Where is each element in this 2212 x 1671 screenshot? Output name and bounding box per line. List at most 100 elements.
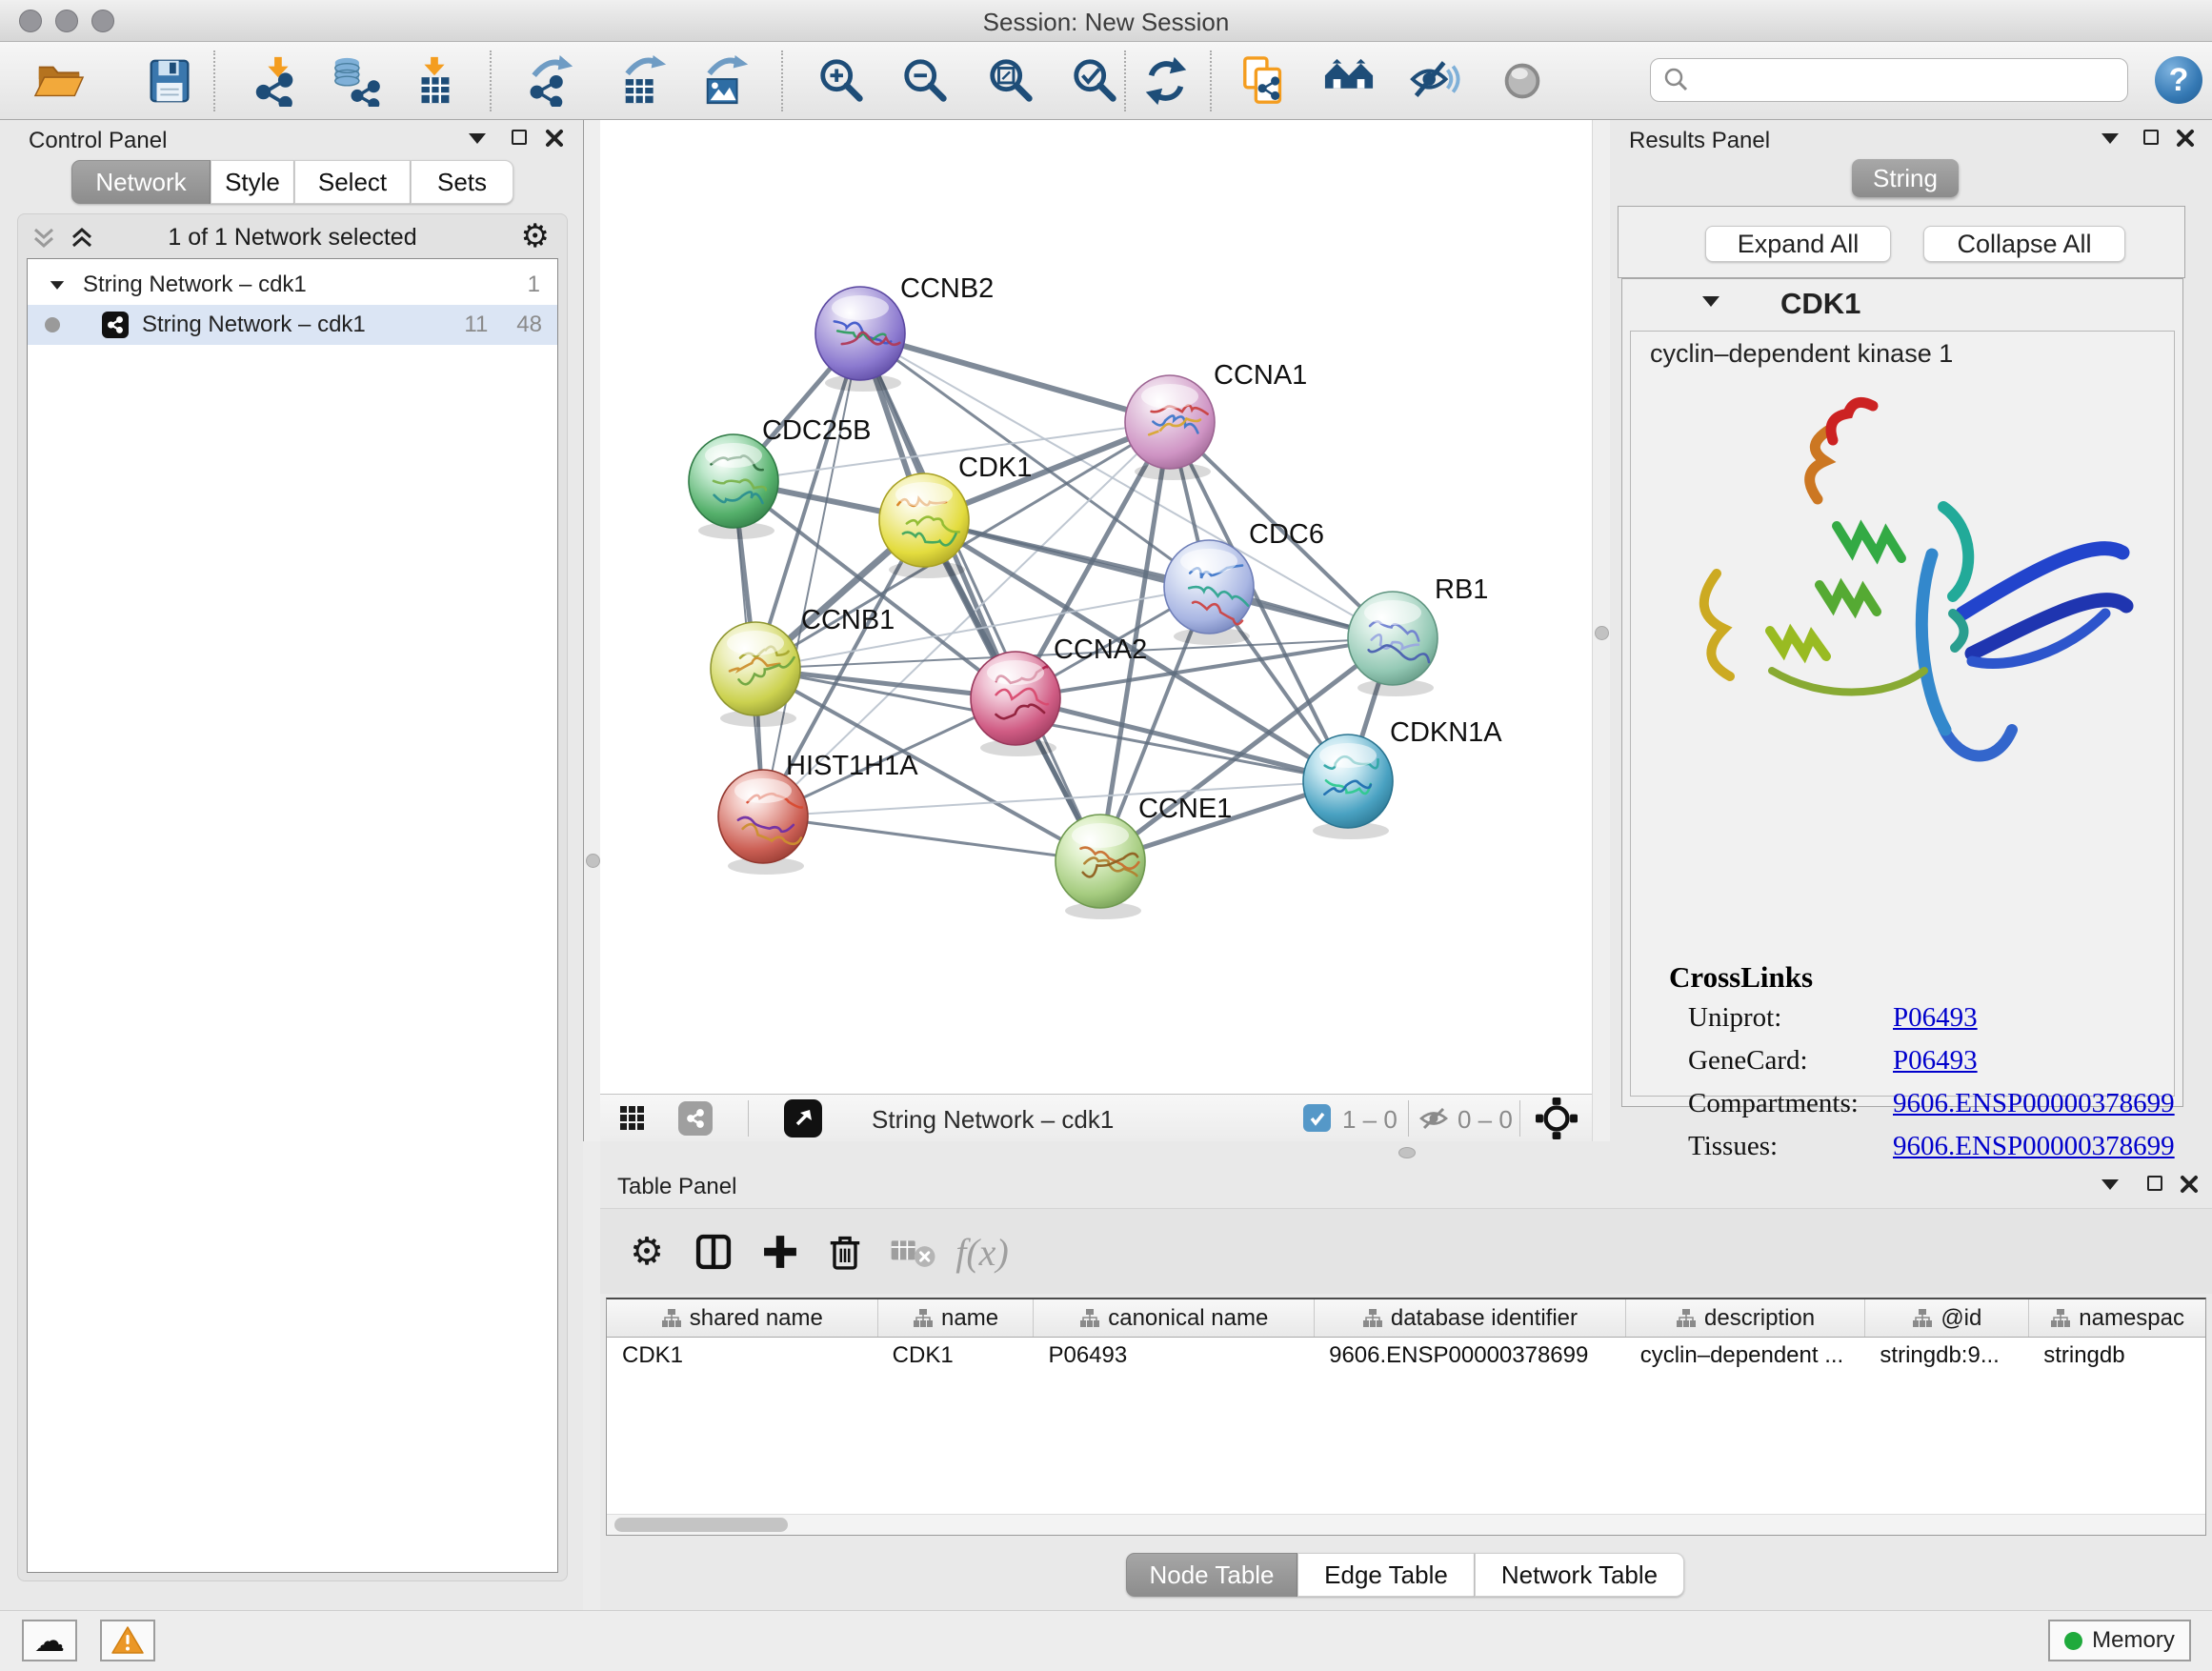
toolbar-separator [1210, 50, 1212, 111]
panel-float-icon[interactable] [512, 130, 527, 145]
fit-content-icon[interactable] [985, 54, 1038, 108]
panel-menu-icon[interactable] [2101, 133, 2119, 144]
create-column-icon[interactable] [756, 1228, 804, 1276]
refresh-icon[interactable] [1139, 54, 1193, 108]
column-header[interactable]: @id [1864, 1299, 2028, 1337]
crosslink-tissues-link[interactable]: 9606.ENSP00000378699 [1893, 1131, 2175, 1162]
crosslink-compartments-link[interactable]: 9606.ENSP00000378699 [1893, 1088, 2175, 1119]
splitter-handle[interactable] [1595, 626, 1609, 640]
grid-mode-icon[interactable] [619, 1105, 646, 1137]
open-session-icon[interactable] [32, 54, 86, 108]
network-edge[interactable] [860, 333, 1100, 861]
network-edge[interactable] [763, 333, 860, 816]
panel-close-icon[interactable] [2176, 129, 2195, 148]
right-splitter[interactable] [1592, 120, 1610, 1141]
expand-all-button[interactable]: Expand All [1705, 226, 1891, 262]
panel-close-icon[interactable] [2180, 1175, 2199, 1194]
panel-menu-icon[interactable] [2101, 1179, 2119, 1190]
column-header[interactable]: name [877, 1299, 1034, 1337]
network-node-cdc25b[interactable]: CDC25B [689, 415, 871, 539]
import-network-database-icon[interactable] [330, 54, 383, 108]
zoom-in-icon[interactable] [815, 54, 869, 108]
network-options-gear-icon[interactable]: ⚙ [521, 220, 550, 252]
open-in-window-icon[interactable] [784, 1099, 822, 1137]
import-network-file-icon[interactable] [250, 54, 303, 108]
network-graph[interactable]: CCNB2CCNA1CDC25BCDK1CDC6RB1CCNB1CCNA2CDK… [600, 120, 1592, 1094]
crosslink-uniprot-link[interactable]: P06493 [1893, 1002, 1978, 1034]
tab-select[interactable]: Select [294, 160, 411, 204]
network-node-cdkn1a[interactable]: CDKN1A [1303, 717, 1502, 839]
crosslink-genecard-link[interactable]: P06493 [1893, 1045, 1978, 1077]
tab-network[interactable]: Network [71, 160, 211, 204]
string-view-icon[interactable] [678, 1101, 713, 1136]
table-options-gear-icon[interactable]: ⚙ [623, 1228, 671, 1276]
network-node-ccnb2[interactable]: CCNB2 [815, 273, 994, 392]
export-network-icon[interactable] [524, 54, 577, 108]
column-header[interactable]: description [1625, 1299, 1865, 1337]
panel-float-icon[interactable] [2147, 1176, 2162, 1191]
zoom-selected-icon[interactable] [1069, 54, 1122, 108]
section-collapse-icon[interactable] [1702, 296, 1719, 307]
network-node-ccna1[interactable]: CCNA1 [1125, 360, 1307, 480]
tab-network-table[interactable]: Network Table [1475, 1553, 1684, 1597]
network-node-ccne1[interactable]: CCNE1 [1056, 794, 1232, 919]
network-row-selected[interactable]: String Network – cdk1 11 48 [28, 305, 557, 345]
network-canvas[interactable]: CCNB2CCNA1CDC25BCDK1CDC6RB1CCNB1CCNA2CDK… [600, 120, 1592, 1094]
graphics-details-icon[interactable] [1496, 54, 1549, 108]
table-horizontal-scrollbar[interactable] [607, 1514, 2205, 1535]
cell-description[interactable]: cyclin–dependent ... [1625, 1338, 1865, 1374]
scrollbar-thumb[interactable] [614, 1518, 788, 1532]
toolbar-separator [490, 50, 492, 111]
panel-menu-icon[interactable] [469, 133, 486, 144]
cell-namespace[interactable]: stringdb [2028, 1338, 2205, 1374]
collapse-all-button[interactable]: Collapse All [1923, 226, 2125, 262]
first-neighbors-icon[interactable] [1238, 54, 1292, 108]
hide-selected-icon[interactable] [1408, 54, 1461, 108]
help-icon[interactable]: ? [2155, 56, 2202, 104]
left-splitter[interactable] [583, 120, 600, 1141]
cell-shared-name[interactable]: CDK1 [607, 1338, 877, 1374]
memory-button[interactable]: Memory [2048, 1620, 2191, 1661]
tab-edge-table[interactable]: Edge Table [1297, 1553, 1475, 1597]
table-tabs: Node Table Edge Table Network Table [1126, 1553, 1684, 1597]
tab-string[interactable]: String [1852, 159, 1959, 197]
panel-close-icon[interactable] [545, 129, 564, 148]
show-columns-icon[interactable] [690, 1228, 737, 1276]
splitter-handle[interactable] [1398, 1147, 1416, 1158]
search-input[interactable] [1699, 61, 2127, 99]
network-node-rb1[interactable]: RB1 [1348, 574, 1488, 696]
save-session-icon[interactable] [143, 54, 196, 108]
import-table-icon[interactable] [408, 54, 461, 108]
network-edge[interactable] [763, 816, 1100, 861]
network-collection-row[interactable]: String Network – cdk1 1 [28, 265, 557, 305]
cell-canonical-name[interactable]: P06493 [1033, 1338, 1314, 1374]
column-header[interactable]: database identifier [1314, 1299, 1625, 1337]
fit-selected-icon[interactable] [1536, 1097, 1578, 1139]
tab-style[interactable]: Style [211, 160, 294, 204]
network-node-cdc6[interactable]: CDC6 [1164, 519, 1324, 645]
warnings-button[interactable] [100, 1620, 155, 1661]
hidden-eye-icon[interactable] [1419, 1106, 1448, 1131]
collection-expand-icon[interactable] [50, 281, 64, 290]
tab-node-table[interactable]: Node Table [1126, 1553, 1297, 1597]
table-row[interactable]: CDK1 CDK1 P06493 9606.ENSP00000378699 cy… [607, 1338, 2205, 1374]
panel-float-icon[interactable] [2143, 130, 2159, 145]
export-image-icon[interactable] [699, 54, 753, 108]
zoom-out-icon[interactable] [899, 54, 953, 108]
delete-column-icon[interactable] [821, 1228, 869, 1276]
tab-sets[interactable]: Sets [411, 160, 513, 204]
splitter-handle[interactable] [586, 854, 600, 868]
column-header[interactable]: canonical name [1033, 1299, 1314, 1337]
cell-database-identifier[interactable]: 9606.ENSP00000378699 [1314, 1338, 1625, 1374]
selected-checkbox-icon[interactable] [1303, 1104, 1331, 1132]
cloud-button[interactable]: ☁ [22, 1620, 77, 1661]
cell-id[interactable]: stringdb:9... [1864, 1338, 2028, 1374]
cell-name[interactable]: CDK1 [877, 1338, 1034, 1374]
hierarchy-icon [1362, 1308, 1383, 1329]
column-header[interactable]: namespac [2028, 1299, 2205, 1337]
network-edge[interactable] [860, 333, 1170, 422]
node-label: CCNB2 [900, 273, 994, 304]
home-icon[interactable] [1322, 54, 1376, 108]
export-table-icon[interactable] [617, 54, 671, 108]
column-header[interactable]: shared name [607, 1299, 877, 1337]
